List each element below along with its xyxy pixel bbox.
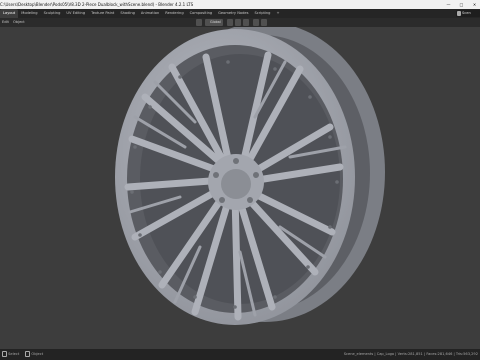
tab-geometry-nodes[interactable]: Geometry Nodes xyxy=(215,9,251,18)
proportional-falloff-icon[interactable] xyxy=(261,19,267,26)
tab-uv-editing[interactable]: UV Editing xyxy=(63,9,88,18)
status-object-hint: Object xyxy=(25,349,43,360)
window-controls: — □ ✕ xyxy=(445,0,478,9)
menu-object[interactable]: Object xyxy=(11,18,27,27)
transform-orientation-label: Global xyxy=(210,20,221,24)
viewport-header: Edit Object Global xyxy=(0,18,480,27)
close-button[interactable]: ✕ xyxy=(471,0,478,9)
add-workspace-button[interactable]: + xyxy=(273,9,282,18)
status-select-hint: Select xyxy=(2,349,19,360)
scene-label: Scen xyxy=(462,11,471,15)
tab-shading[interactable]: Shading xyxy=(117,9,138,18)
pivot-point-icon[interactable] xyxy=(227,19,233,26)
viewport-menu: Edit Object xyxy=(0,18,27,27)
viewport-canvas xyxy=(115,22,385,325)
status-bar: Select Object Scene_elements | Cap_Logo … xyxy=(0,349,480,360)
maximize-button[interactable]: □ xyxy=(458,0,465,9)
scene-selector[interactable]: Scen xyxy=(456,10,480,17)
snap-options-icon[interactable] xyxy=(243,19,249,26)
tab-layout[interactable]: Layout xyxy=(0,9,19,18)
tab-modeling[interactable]: Modeling xyxy=(18,9,40,18)
workspace-tabs: Layout Modeling Sculpting UV Editing Tex… xyxy=(0,9,282,18)
wheel-center-cap xyxy=(221,169,251,199)
wheel-model[interactable] xyxy=(115,22,385,325)
status-object-label: Object xyxy=(31,352,44,356)
tab-animation[interactable]: Animation xyxy=(138,9,162,18)
workspace-bar: Layout Modeling Sculpting UV Editing Tex… xyxy=(0,9,480,18)
scene-icon xyxy=(457,11,461,16)
tab-scripting[interactable]: Scripting xyxy=(251,9,273,18)
window-titlebar: C:\Users\Desktop\Blender\Pods05\V8.3D 2-… xyxy=(0,0,480,9)
scene-statistics: Scene_elements | Cap_Logo | Verts:281,85… xyxy=(343,352,478,356)
tab-compositing[interactable]: Compositing xyxy=(187,9,216,18)
tab-texture-paint[interactable]: Texture Paint xyxy=(88,9,117,18)
status-select-label: Select xyxy=(8,352,20,356)
mouse-right-icon xyxy=(25,351,31,357)
transform-orientation-icon[interactable] xyxy=(196,19,202,26)
mouse-left-icon xyxy=(2,351,7,357)
minimize-button[interactable]: — xyxy=(445,0,452,9)
3d-viewport[interactable] xyxy=(0,22,480,349)
window-title: C:\Users\Desktop\Blender\Pods05\V8.3D 2-… xyxy=(0,2,194,7)
tab-sculpting[interactable]: Sculpting xyxy=(41,9,64,18)
status-hints: Select Object xyxy=(2,349,43,360)
tab-rendering[interactable]: Rendering xyxy=(162,9,186,18)
transform-orientation-dropdown[interactable]: Global xyxy=(205,19,223,26)
snap-toggle-icon[interactable] xyxy=(235,19,241,26)
menu-edit[interactable]: Edit xyxy=(0,18,11,27)
proportional-editing-icon[interactable] xyxy=(253,19,259,26)
